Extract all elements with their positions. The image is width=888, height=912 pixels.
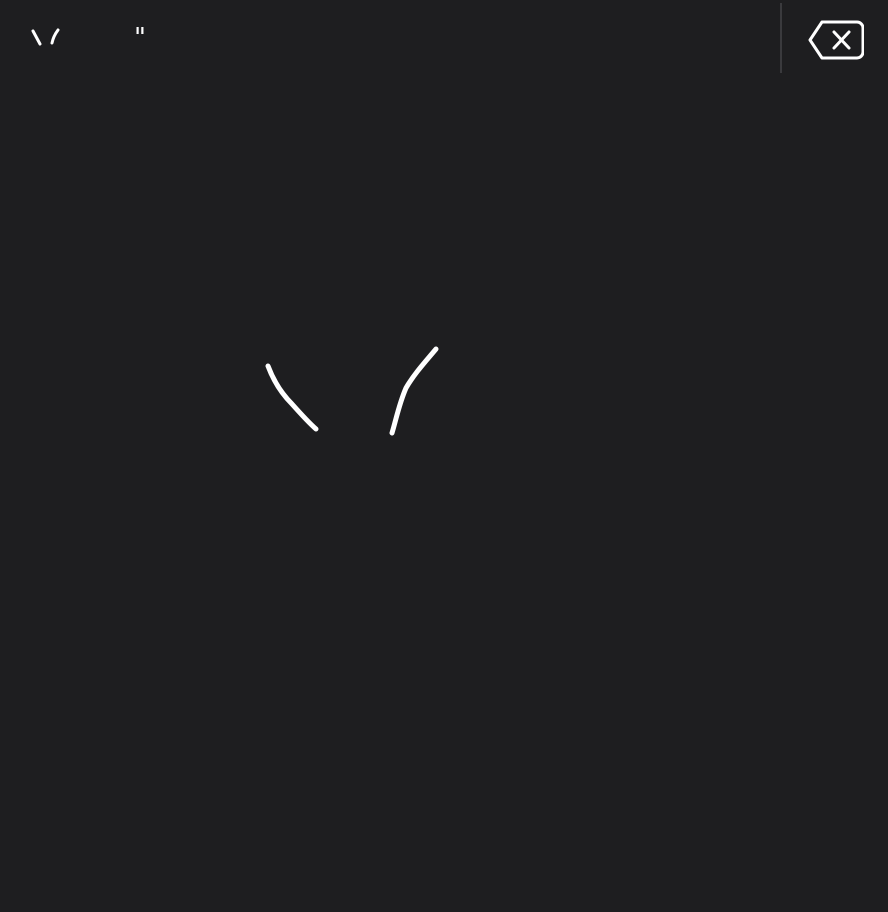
handwriting-stroke bbox=[389, 346, 439, 436]
handwriting-keyboard: " bbox=[0, 0, 888, 912]
handwriting-stroke bbox=[265, 363, 319, 432]
backspace-icon bbox=[808, 20, 864, 60]
delete-button[interactable] bbox=[800, 12, 872, 68]
handwriting-canvas[interactable] bbox=[0, 76, 888, 912]
candidate-vee[interactable] bbox=[14, 0, 78, 76]
candidate-bar: " bbox=[0, 0, 888, 76]
candidate-quote[interactable]: " bbox=[108, 0, 172, 76]
divider bbox=[780, 3, 782, 73]
candidate-quote-label: " bbox=[134, 23, 146, 53]
handwriting-strokes bbox=[265, 346, 439, 436]
candidate-vee-glyph bbox=[31, 28, 60, 46]
